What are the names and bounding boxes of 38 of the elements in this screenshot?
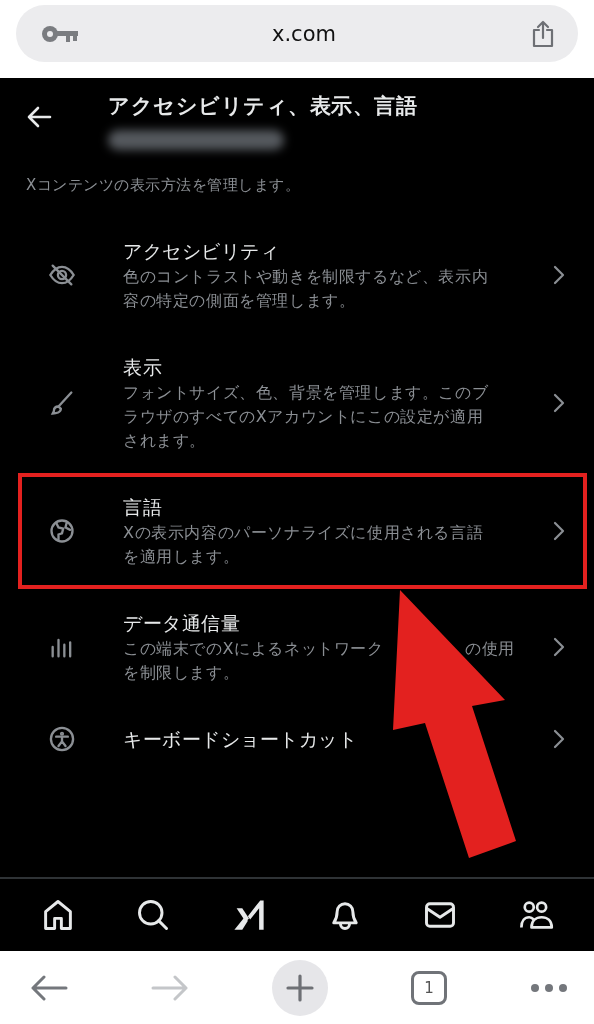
item-description: されます。: [123, 430, 206, 452]
item-description: フォントサイズ、色、背景を管理します。このブ: [123, 382, 489, 404]
accessibility-icon: [48, 725, 76, 753]
item-title: データ通信量: [123, 611, 241, 636]
settings-item[interactable]: 表示 フォントサイズ、色、背景を管理します。このブ ラウザのすべてのXアカウントにこの設定が適用 されます。: [18, 333, 587, 473]
chevron-icon: [553, 521, 565, 541]
brush-icon: [48, 389, 76, 417]
item-title: 言語: [123, 495, 163, 520]
share-icon[interactable]: [530, 19, 556, 48]
item-description: を適用します。: [123, 546, 240, 568]
settings-item[interactable]: キーボードショートカット: [18, 705, 587, 773]
item-title: 表示: [123, 355, 163, 380]
plus-icon: [285, 972, 315, 1003]
section-description: Xコンテンツの表示方法を管理します。: [25, 175, 302, 195]
item-description: の使用: [465, 638, 515, 660]
chevron-icon: [553, 637, 565, 657]
eye-slash-icon: [48, 261, 76, 289]
chevron-icon: [553, 265, 565, 285]
item-description: 色のコントラストや動きを制限するなど、表示内: [123, 266, 489, 288]
item-description: 容の特定の側面を管理します。: [123, 290, 356, 312]
item-description: ラウザのすべてのXアカウントにこの設定が適用: [123, 406, 484, 428]
chevron-icon: [553, 393, 565, 413]
address-bar[interactable]: x.com: [16, 5, 578, 62]
page-title: アクセシビリティ、表示、言語: [108, 93, 417, 120]
item-title: キーボードショートカット: [123, 727, 358, 752]
tab-count-button[interactable]: 1: [411, 970, 447, 1005]
chevron-icon: [553, 729, 565, 749]
item-description: を制限します。: [123, 662, 240, 684]
key-icon: [42, 24, 78, 43]
globe-icon: [48, 517, 76, 545]
item-description: この端末でのXによるネットワーク: [123, 638, 384, 660]
item-description: Xの表示内容のパーソナライズに使用される言語: [123, 522, 484, 544]
more-icon[interactable]: [530, 982, 568, 993]
item-title: アクセシビリティ: [123, 239, 280, 264]
settings-item[interactable]: アクセシビリティ 色のコントラストや動きを制限するなど、表示内 容の特定の側面を管理します。: [18, 217, 587, 333]
settings-item[interactable]: 言語 Xの表示内容のパーソナライズに使用される言語 を適用します。: [18, 473, 587, 589]
settings-item[interactable]: データ通信量 この端末でのXによるネットワーク の使用 を制限します。: [18, 589, 587, 705]
url-text: x.com: [271, 21, 337, 46]
